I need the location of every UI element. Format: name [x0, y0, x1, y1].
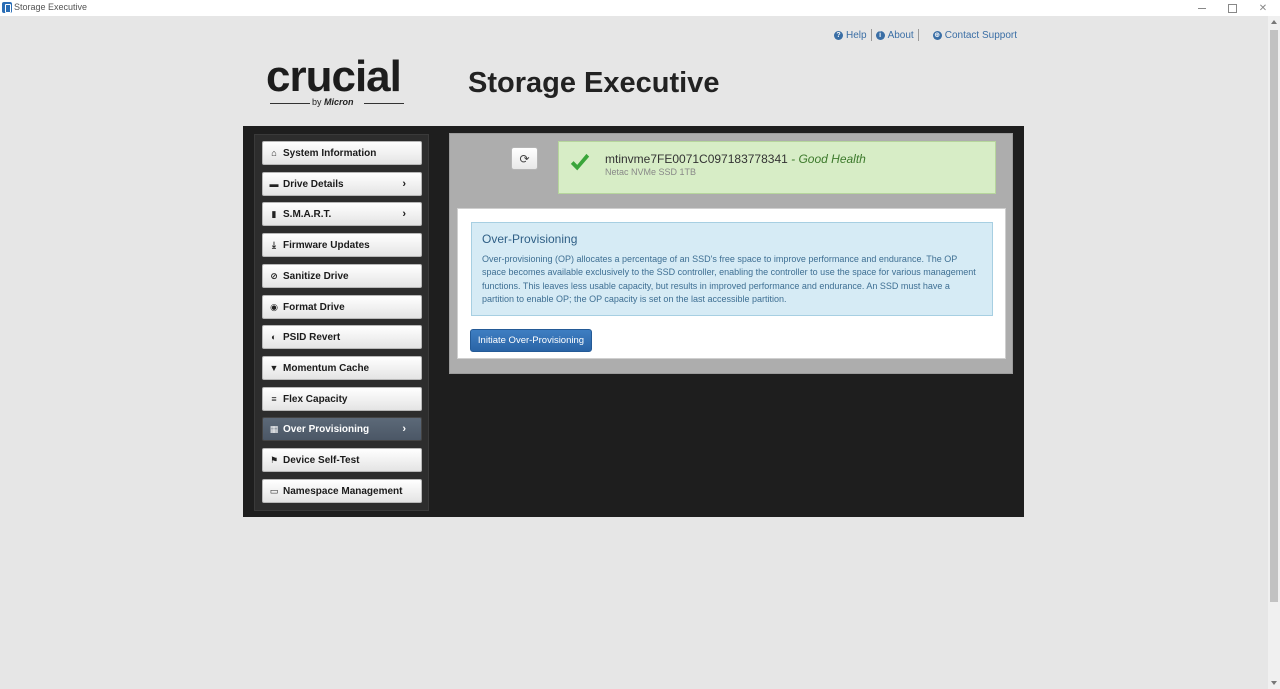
- sidebar-item-label: Namespace Management: [283, 485, 403, 497]
- filter-icon: ▼: [269, 363, 279, 373]
- op-title: Over-Provisioning: [482, 232, 578, 246]
- logo-byline: by Micron: [312, 97, 354, 107]
- checkmark-icon: [570, 153, 590, 171]
- sidebar-item-drive-details[interactable]: ▬ Drive Details ›: [262, 172, 422, 196]
- refresh-icon: ⟳: [519, 151, 530, 166]
- sidebar-item-namespace-management[interactable]: ▭ Namespace Management: [262, 479, 422, 503]
- window-title: Storage Executive: [14, 2, 88, 12]
- maximize-icon[interactable]: [1218, 0, 1246, 16]
- drive-icon: ▬: [269, 179, 279, 189]
- sidebar-item-label: Drive Details: [283, 178, 344, 190]
- op-info-box: Over-Provisioning Over-provisioning (OP)…: [471, 222, 993, 316]
- app-icon: [2, 2, 12, 13]
- sidebar-item-label: Over Provisioning: [283, 423, 370, 435]
- help-link[interactable]: ? Help: [834, 30, 867, 41]
- drive-health: - Good Health: [791, 152, 866, 166]
- sidebar-item-format-drive[interactable]: ◉ Format Drive: [262, 295, 422, 319]
- sidebar-item-label: Format Drive: [283, 301, 345, 313]
- scroll-up-icon[interactable]: [1268, 16, 1280, 28]
- help-link-label: Help: [846, 29, 867, 41]
- logo-wordmark: crucial: [266, 52, 402, 101]
- chevron-right-icon: ›: [402, 423, 406, 435]
- sidebar-item-firmware-updates[interactable]: ⤓ Firmware Updates: [262, 233, 422, 257]
- logo-rule-left: [270, 103, 310, 104]
- sidebar-item-label: Firmware Updates: [283, 239, 370, 251]
- crucial-logo: crucial by Micron: [266, 52, 411, 110]
- eye-slash-icon: ◐: [271, 332, 277, 342]
- sidebar-item-momentum-cache[interactable]: ▼ Momentum Cache: [262, 356, 422, 380]
- sidebar-item-psid-revert[interactable]: ◐ PSID Revert: [262, 325, 422, 349]
- minimize-icon[interactable]: [1188, 0, 1216, 16]
- about-link[interactable]: i About: [875, 29, 914, 41]
- sidebar-item-label: Flex Capacity: [283, 393, 348, 405]
- link-divider: [917, 29, 919, 41]
- sidebar-item-label: S.M.A.R.T.: [283, 208, 332, 220]
- sidebar-item-label: Sanitize Drive: [283, 270, 349, 282]
- sidebar-item-label: Momentum Cache: [283, 362, 370, 374]
- link-divider: [870, 29, 872, 41]
- ban-icon: ⊘: [270, 270, 278, 281]
- flag-icon: ⚑: [269, 454, 279, 465]
- refresh-button[interactable]: ⟳: [511, 147, 538, 170]
- support-icon: ⊕: [932, 30, 942, 40]
- briefcase-icon: ▭: [269, 485, 279, 496]
- question-icon: ?: [834, 30, 843, 40]
- bar-chart-icon: ▮: [271, 208, 277, 219]
- sidebar-item-s-m-a-r-t[interactable]: ▮ S.M.A.R.T. ›: [262, 202, 422, 226]
- top-links: ? Help i About ⊕ Contact Support: [834, 29, 1017, 41]
- download-icon: ⤓: [272, 239, 276, 250]
- info-icon: i: [875, 30, 885, 40]
- scroll-thumb[interactable]: [1270, 30, 1278, 602]
- scroll-down-icon[interactable]: [1268, 677, 1280, 689]
- page-title: Storage Executive: [468, 67, 720, 99]
- contact-support-label: Contact Support: [944, 29, 1017, 41]
- disc-icon: ◉: [270, 301, 278, 312]
- align-left-icon: ≡: [271, 394, 277, 404]
- initiate-over-provisioning-button[interactable]: Initiate Over-Provisioning: [470, 329, 592, 352]
- op-description: Over-provisioning (OP) allocates a perce…: [482, 254, 976, 305]
- grid-icon: ▦: [269, 423, 279, 434]
- drive-name-line: mtinvme7FE0071C097183778341 - Good Healt…: [605, 152, 866, 166]
- sidebar-item-over-provisioning[interactable]: ▦ Over Provisioning ›: [262, 417, 422, 441]
- sidebar-item-label: System Information: [283, 147, 377, 159]
- chevron-right-icon: ›: [402, 208, 406, 220]
- drive-status-box: mtinvme7FE0071C097183778341 - Good Healt…: [558, 141, 996, 194]
- window-titlebar: Storage Executive ✕: [0, 0, 1280, 16]
- sidebar-item-sanitize-drive[interactable]: ⊘ Sanitize Drive: [262, 264, 422, 288]
- logo-rule-right: [364, 103, 404, 104]
- sidebar-item-flex-capacity[interactable]: ≡ Flex Capacity: [262, 387, 422, 411]
- close-icon[interactable]: ✕: [1249, 0, 1277, 16]
- sidebar-item-system-information[interactable]: ⌂ System Information: [262, 141, 422, 165]
- home-icon: ⌂: [271, 148, 277, 158]
- logo-brand: Micron: [324, 97, 354, 107]
- contact-support-link[interactable]: ⊕ Contact Support: [932, 29, 1017, 41]
- sidebar-item-label: PSID Revert: [283, 331, 341, 343]
- about-link-label: About: [887, 29, 914, 41]
- drive-model: Netac NVMe SSD 1TB: [605, 167, 697, 177]
- chevron-right-icon: ›: [402, 178, 406, 190]
- drive-name: mtinvme7FE0071C097183778341: [605, 152, 788, 166]
- sidebar-item-label: Device Self-Test: [283, 454, 360, 466]
- logo-by: by: [312, 97, 322, 107]
- vertical-scrollbar[interactable]: [1268, 16, 1280, 689]
- sidebar-item-device-self-test[interactable]: ⚑ Device Self-Test: [262, 448, 422, 472]
